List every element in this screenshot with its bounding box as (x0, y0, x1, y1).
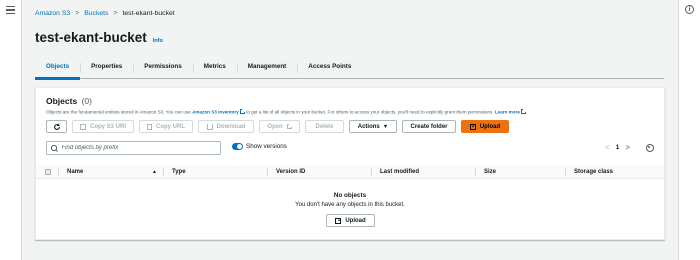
column-divider (475, 168, 476, 176)
create-folder-button[interactable]: Create folder (402, 120, 456, 133)
upload-button[interactable]: Upload (461, 120, 509, 133)
copy-url-label: Copy URL (156, 123, 185, 130)
column-divider (163, 168, 164, 176)
column-divider (58, 168, 59, 176)
tab-management[interactable]: Management (236, 57, 298, 79)
inventory-link[interactable]: Amazon S3 inventory (192, 110, 239, 115)
tab-access-points[interactable]: Access Points (297, 57, 362, 79)
copy-s3-uri-button[interactable]: Copy S3 URI (72, 120, 134, 133)
objects-table-header: Name ▲ Type Version ID Last modified Siz… (36, 165, 664, 179)
learn-more-link[interactable]: Learn more (495, 110, 520, 115)
actions-dropdown[interactable]: Actions ▼ (349, 120, 397, 133)
column-name[interactable]: Name (67, 165, 83, 179)
column-last-modified[interactable]: Last modified (380, 165, 419, 179)
column-divider (267, 168, 268, 176)
objects-panel: Objects (0) Objects are the fundamental … (35, 87, 665, 240)
breadcrumb-separator: > (75, 10, 80, 17)
column-divider (371, 168, 372, 176)
search-box (46, 141, 221, 155)
select-all-checkbox[interactable] (45, 169, 51, 175)
page-title-row: test-ekant-bucket Info (35, 30, 163, 45)
description-middle: to get a list of all objects in your buc… (246, 109, 494, 115)
open-button[interactable]: Open (259, 120, 300, 133)
download-label: Download (216, 123, 246, 130)
delete-button[interactable]: Delete (305, 120, 344, 133)
external-link-icon (520, 109, 526, 114)
empty-state-description: You don't have any objects in this bucke… (295, 202, 405, 208)
description-prefix: Objects are the fundamental entities sto… (46, 109, 191, 115)
breadcrumb-separator: > (113, 10, 118, 17)
create-folder-label: Create folder (410, 123, 448, 130)
download-button[interactable]: Download (198, 120, 254, 133)
objects-description: Objects are the fundamental entities sto… (46, 109, 526, 115)
tab-properties[interactable]: Properties (80, 57, 133, 79)
copy-icon (80, 123, 86, 130)
upload-label: Upload (479, 123, 501, 130)
info-circle-icon[interactable]: i (685, 5, 694, 14)
page-title: test-ekant-bucket (35, 30, 147, 45)
next-page-button[interactable]: > (625, 143, 630, 152)
column-size[interactable]: Size (484, 165, 496, 179)
copy-s3-uri-label: Copy S3 URI (89, 123, 126, 130)
upload-icon (469, 123, 476, 130)
menu-icon[interactable] (6, 6, 15, 14)
breadcrumb-buckets[interactable]: Buckets (84, 10, 108, 17)
external-link-icon (239, 109, 245, 114)
empty-state-upload-button[interactable]: Upload (326, 214, 375, 227)
objects-count: (0) (81, 96, 92, 106)
tab-permissions[interactable]: Permissions (133, 57, 192, 79)
refresh-button[interactable] (46, 120, 67, 133)
empty-state-title: No objects (333, 192, 367, 199)
actions-label: Actions (357, 123, 380, 130)
copy-url-button[interactable]: Copy URL (139, 120, 193, 133)
column-version-id[interactable]: Version ID (276, 165, 305, 179)
upload-icon (335, 217, 342, 224)
delete-label: Delete (315, 123, 334, 130)
show-versions-toggle[interactable] (232, 143, 243, 150)
show-versions-label: Show versions (246, 143, 287, 150)
copy-icon (147, 123, 152, 130)
tab-bar: Objects Properties Permissions Metrics M… (35, 57, 664, 80)
sort-ascending-icon[interactable]: ▲ (152, 165, 157, 179)
breadcrumb-current-bucket: test-ekant-bucket (122, 10, 175, 17)
help-panel-rail: i (678, 0, 700, 260)
tab-objects[interactable]: Objects (35, 57, 81, 80)
column-storage-class[interactable]: Storage class (574, 165, 613, 179)
previous-page-button[interactable]: < (605, 143, 610, 152)
objects-header: Objects (0) (46, 96, 92, 106)
info-link[interactable]: Info (153, 38, 163, 44)
objects-toolbar: Copy S3 URI Copy URL Download Open Delet… (46, 120, 514, 133)
open-label: Open (267, 123, 283, 130)
refresh-icon (53, 123, 60, 130)
external-link-icon (286, 124, 292, 129)
breadcrumb-amazon-s3[interactable]: Amazon S3 (35, 10, 70, 17)
column-type[interactable]: Type (172, 165, 186, 179)
search-icon (51, 145, 57, 151)
download-icon (206, 123, 213, 130)
objects-title: Objects (46, 96, 78, 106)
caret-down-icon: ▼ (382, 123, 389, 130)
empty-upload-label: Upload (345, 217, 366, 224)
breadcrumb: Amazon S3 > Buckets > test-ekant-bucket (35, 10, 175, 17)
search-input[interactable] (61, 145, 212, 151)
page-number[interactable]: 1 (616, 144, 620, 151)
settings-gear-icon[interactable] (646, 143, 654, 152)
column-divider (565, 168, 566, 176)
show-versions-control: Show versions (232, 143, 287, 150)
navigation-rail (0, 0, 22, 260)
pagination: < 1 > (601, 143, 654, 152)
tab-metrics[interactable]: Metrics (192, 57, 237, 79)
